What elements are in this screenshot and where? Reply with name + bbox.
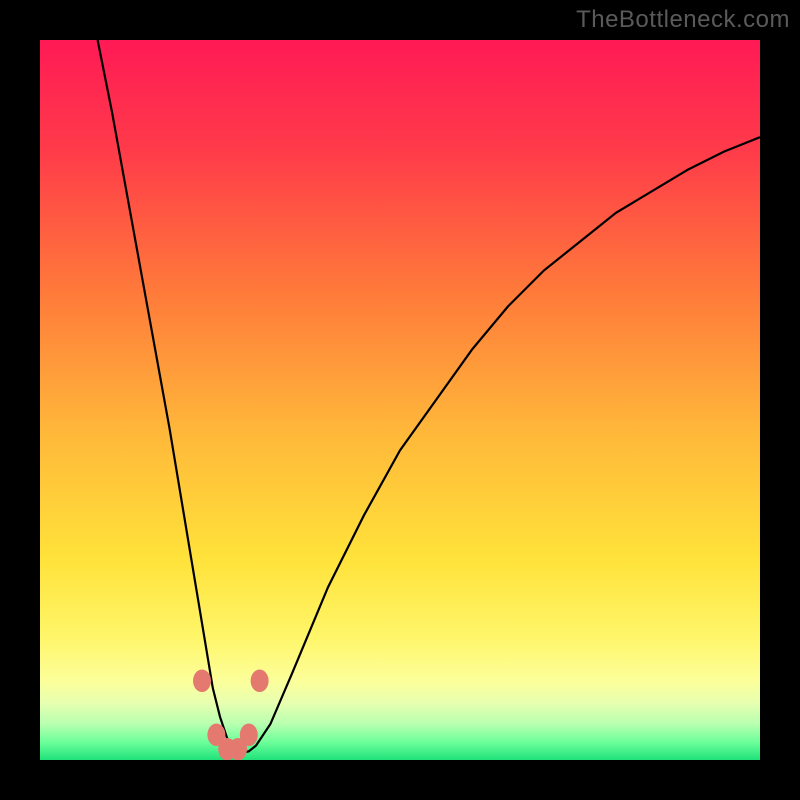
curve-marker [251,670,269,693]
chart-frame: TheBottleneck.com [0,0,800,800]
watermark-text: TheBottleneck.com [576,6,790,34]
plot-area [40,40,760,760]
curve-marker [229,738,247,760]
chart-svg [40,40,760,760]
gradient-background [40,40,760,760]
curve-marker [193,670,211,693]
